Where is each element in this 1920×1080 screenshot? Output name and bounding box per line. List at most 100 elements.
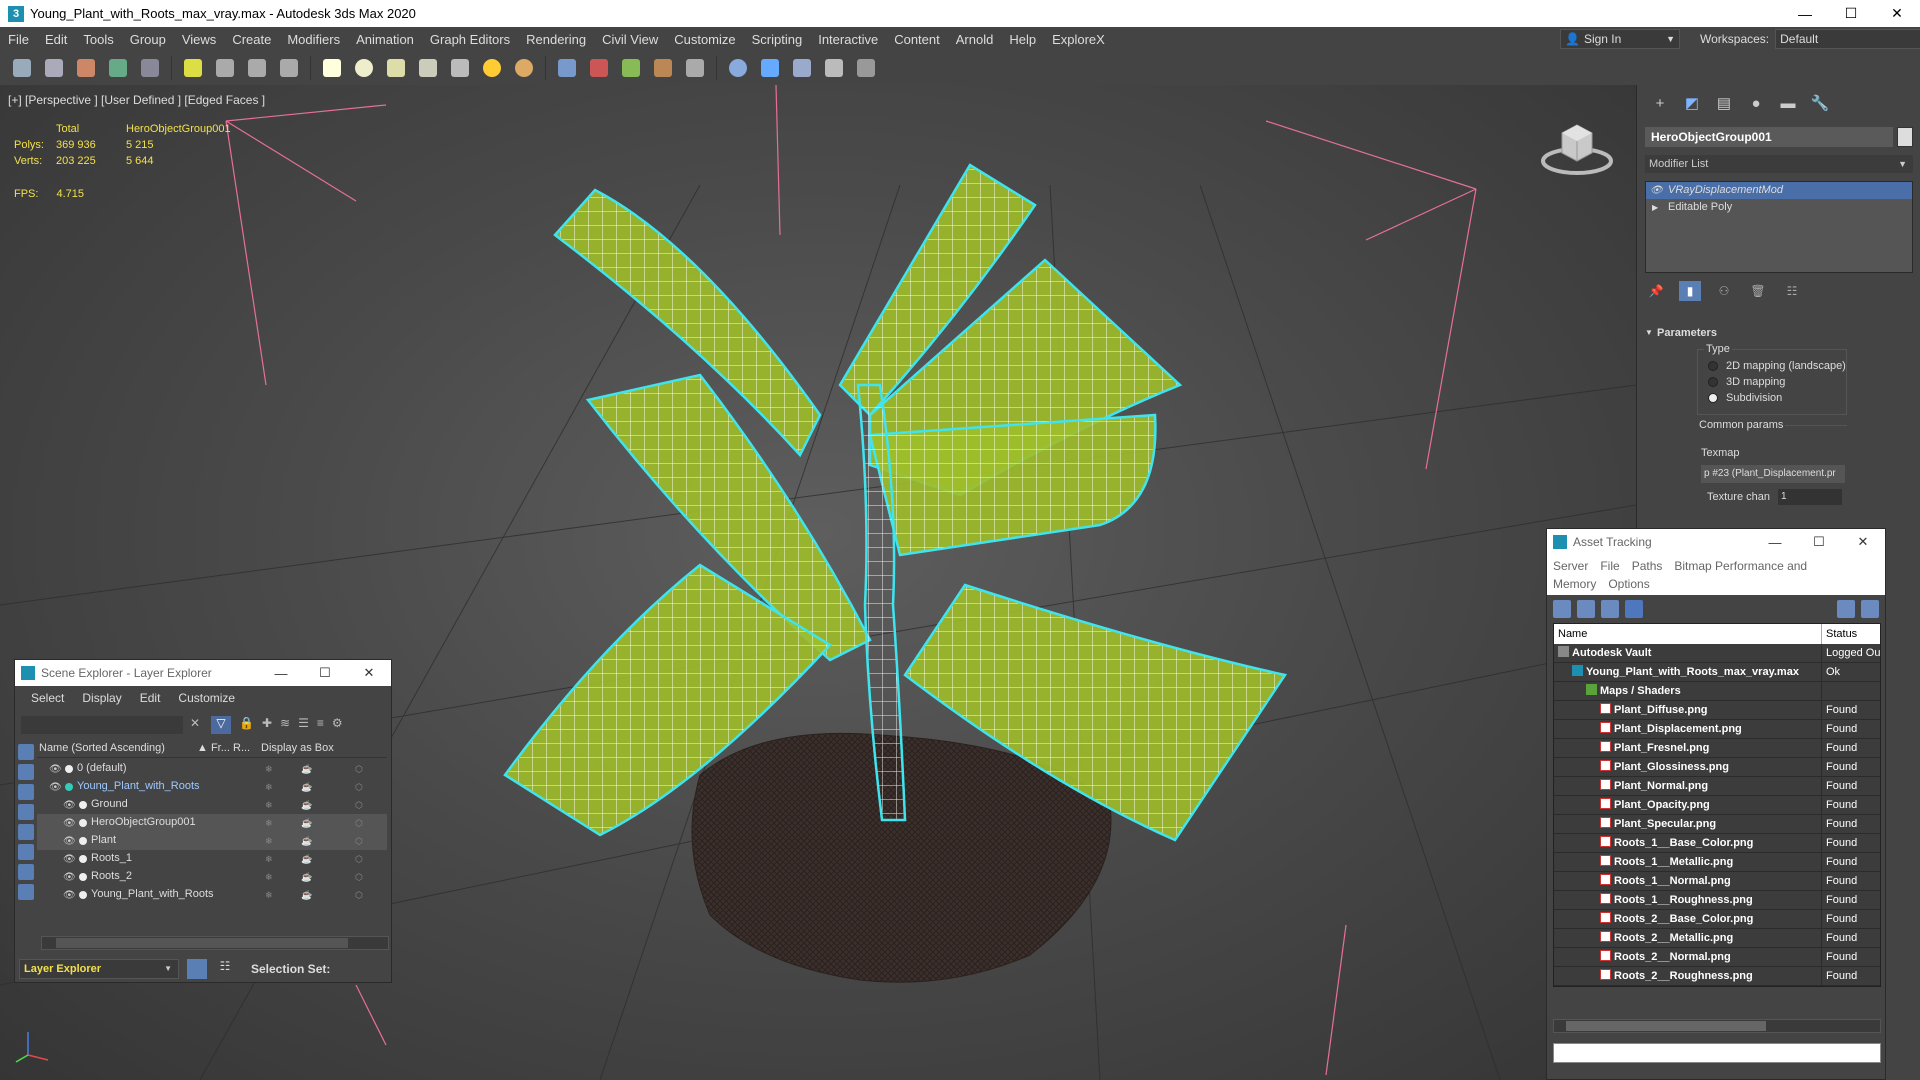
torus-icon[interactable] [382, 55, 410, 81]
freeze-icon[interactable]: ❄ [265, 764, 273, 775]
visibility-eye-icon[interactable]: 👁 [63, 854, 76, 865]
asset-row[interactable]: Roots_1__Roughness.png Found [1554, 891, 1880, 910]
se-menu-select[interactable]: Select [31, 691, 64, 705]
layer-row[interactable]: 👁 Young_Plant_with_Roots ❄ ☕ ⬡ [37, 886, 387, 904]
physics-icon[interactable] [585, 55, 613, 81]
asset-row[interactable]: Maps / Shaders [1554, 682, 1880, 701]
column-display-as-box[interactable]: Display as Box [261, 742, 341, 757]
material-editor-icon[interactable] [104, 55, 132, 81]
close-button[interactable]: ✕ [347, 665, 391, 681]
hair-icon[interactable] [617, 55, 645, 81]
texmap-button[interactable]: p #23 (Plant_Displacement.pr [1701, 465, 1845, 483]
display-as-box-icon[interactable]: ⬡ [355, 800, 363, 811]
visibility-eye-icon[interactable]: 👁 [63, 800, 76, 811]
asset-row[interactable]: Plant_Normal.png Found [1554, 777, 1880, 796]
visibility-eye-icon[interactable]: 👁 [63, 836, 76, 847]
renderable-icon[interactable]: ☕ [301, 818, 312, 829]
display-xrefs-icon[interactable] [18, 884, 34, 900]
menu-file[interactable]: File [0, 32, 37, 47]
stack-item-vray-displacement[interactable]: 👁 VRayDisplacementMod [1646, 182, 1912, 199]
freeze-icon[interactable]: ❄ [265, 782, 273, 793]
freeze-icon[interactable]: ❄ [265, 800, 273, 811]
renderable-icon[interactable]: ☕ [301, 800, 312, 811]
visibility-eye-icon[interactable]: 👁 [49, 764, 62, 775]
configure-modifier-sets-icon[interactable]: ☷ [1781, 281, 1803, 301]
menu-content[interactable]: Content [886, 32, 948, 47]
sign-in-dropdown[interactable]: 👤 Sign In ▼ [1560, 29, 1680, 49]
asset-tracking-titlebar[interactable]: Asset Tracking — ☐ ✕ [1547, 529, 1885, 555]
filter-icon[interactable]: ▽ [211, 716, 231, 734]
se-menu-customize[interactable]: Customize [178, 691, 235, 705]
menu-group[interactable]: Group [122, 32, 174, 47]
asset-row[interactable]: Roots_2__Metallic.png Found [1554, 929, 1880, 948]
texture-channel-spinner[interactable]: 1 [1777, 489, 1842, 505]
asset-row[interactable]: Plant_Specular.png Found [1554, 815, 1880, 834]
display-helpers-icon[interactable] [18, 824, 34, 840]
display-as-box-icon[interactable]: ⬡ [355, 764, 363, 775]
display-as-box-icon[interactable]: ⬡ [355, 782, 363, 793]
layer-stack-icon[interactable]: ≡ [317, 716, 324, 734]
object-color-swatch[interactable] [1897, 127, 1913, 147]
asset-row[interactable]: Roots_2__Normal.png Found [1554, 948, 1880, 967]
minimize-button[interactable]: — [1753, 535, 1797, 550]
render-frame-icon[interactable] [788, 55, 816, 81]
create-icon[interactable]: + [1649, 93, 1671, 113]
menu-views[interactable]: Views [174, 32, 224, 47]
close-button[interactable]: ✕ [1841, 534, 1885, 550]
remove-modifier-icon[interactable]: 🗑 [1747, 281, 1769, 301]
fur-icon[interactable] [649, 55, 677, 81]
menu-customize[interactable]: Customize [666, 32, 743, 47]
asset-row[interactable]: Autodesk Vault Logged Ou [1554, 644, 1880, 663]
scene-explorer-scrollbar[interactable] [41, 936, 389, 950]
hierarchy-icon[interactable]: ▤ [1713, 93, 1735, 113]
rotate-icon[interactable] [243, 55, 271, 81]
scroll-thumb[interactable] [1566, 1021, 1766, 1031]
maximize-button[interactable]: ☐ [1828, 0, 1874, 27]
render-icon[interactable] [756, 55, 784, 81]
layers-icon[interactable]: ≋ [280, 716, 290, 734]
column-render[interactable]: R... [233, 742, 261, 757]
motion-icon[interactable]: ● [1745, 93, 1767, 113]
se-menu-edit[interactable]: Edit [140, 691, 161, 705]
column-freeze[interactable]: ▲ Fr... [197, 742, 233, 757]
hf-icon[interactable] [681, 55, 709, 81]
hierarchy-mode-icon[interactable]: ☷ [215, 959, 235, 979]
viewcube-icon[interactable] [1540, 115, 1614, 179]
layer-row[interactable]: 👁 Ground ❄ ☕ ⬡ [37, 796, 387, 814]
visibility-eye-icon[interactable]: 👁 [49, 782, 62, 793]
display-geometry-icon[interactable] [18, 744, 34, 760]
menu-modifiers[interactable]: Modifiers [279, 32, 348, 47]
renderable-icon[interactable]: ☕ [301, 890, 312, 901]
visibility-eye-icon[interactable]: 👁 [63, 818, 76, 829]
radio-2d-mapping[interactable]: 2D mapping (landscape) [1708, 358, 1846, 374]
radio-subdivision[interactable]: Subdivision [1708, 390, 1782, 406]
minimize-button[interactable]: — [1782, 0, 1828, 27]
lasso-icon[interactable] [40, 55, 68, 81]
asset-row[interactable]: Roots_2__Roughness.png Found [1554, 967, 1880, 986]
asset-row[interactable]: Roots_2__Base_Color.png Found [1554, 910, 1880, 929]
asset-row[interactable]: Young_Plant_with_Roots_max_vray.max Ok [1554, 663, 1880, 682]
utilities-icon[interactable]: 🔧 [1809, 93, 1831, 113]
menu-help[interactable]: Help [1001, 32, 1044, 47]
freeze-icon[interactable]: ❄ [265, 854, 273, 865]
at-menu-server[interactable]: Server [1553, 559, 1588, 573]
visibility-eye-icon[interactable]: 👁 [63, 872, 76, 883]
help-icon[interactable] [852, 55, 880, 81]
sun-icon[interactable] [478, 55, 506, 81]
clear-search-icon[interactable]: ✕ [187, 716, 203, 734]
renderable-icon[interactable]: ☕ [301, 782, 312, 793]
menu-animation[interactable]: Animation [348, 32, 422, 47]
settings-icon[interactable] [1861, 600, 1879, 618]
menu-graph-editors[interactable]: Graph Editors [422, 32, 518, 47]
asset-row[interactable]: Plant_Opacity.png Found [1554, 796, 1880, 815]
renderable-icon[interactable]: ☕ [301, 836, 312, 847]
lock-icon[interactable]: 🔒 [239, 716, 254, 734]
expand-arrow-icon[interactable]: ▶ [1652, 199, 1658, 216]
light-bulb-icon[interactable] [179, 55, 207, 81]
layers-mode-icon[interactable] [187, 959, 207, 979]
stack-item-editable-poly[interactable]: ▶ Editable Poly [1646, 199, 1912, 216]
renderable-icon[interactable]: ☕ [301, 872, 312, 883]
table-view-icon[interactable] [1625, 600, 1643, 618]
asset-row[interactable]: Roots_1__Normal.png Found [1554, 872, 1880, 891]
add-layer-icon[interactable]: ✚ [262, 716, 272, 734]
